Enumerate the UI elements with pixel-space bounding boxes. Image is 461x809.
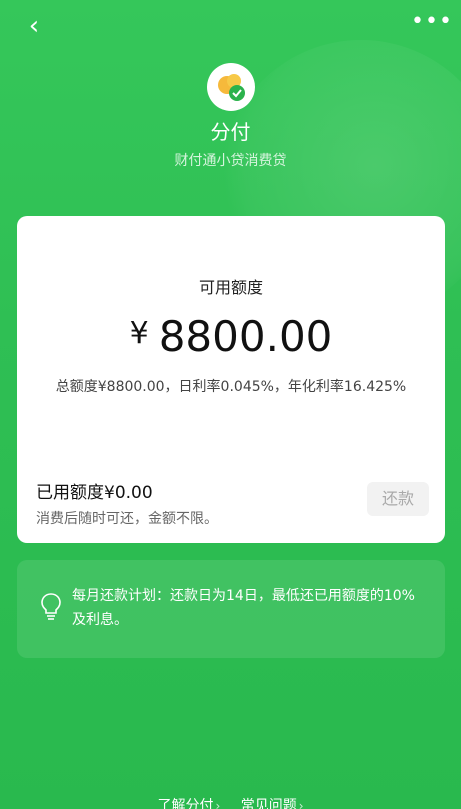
credit-card: 可用额度 ¥8800.00 总额度¥8800.00，日利率0.045%，年化利率… bbox=[17, 216, 445, 543]
credit-info: 总额度¥8800.00，日利率0.045%，年化利率16.425% bbox=[55, 379, 407, 395]
chevron-left-icon: ‹ bbox=[28, 11, 40, 41]
currency-symbol: ¥ bbox=[129, 316, 149, 351]
page-title: 分付 bbox=[210, 120, 251, 144]
more-button[interactable]: ••• bbox=[411, 10, 452, 34]
logo-icon bbox=[218, 74, 245, 101]
amount-value: 8800.00 bbox=[158, 312, 333, 361]
fenfu-screen: ‹ ••• 分付 财付通小贷消费贷 可用额度 ¥8800.00 总额度¥8800… bbox=[0, 0, 461, 809]
faq-link[interactable]: 常见问题 › bbox=[241, 798, 304, 809]
used-amount: 已用额度¥0.00 bbox=[36, 483, 153, 503]
fenfu-logo bbox=[207, 63, 255, 111]
more-icon: ••• bbox=[411, 9, 453, 34]
available-label: 可用额度 bbox=[198, 278, 263, 297]
repayment-plan: 每月还款计划：还款日为14日，最低还已用额度的10%及利息。 bbox=[17, 560, 445, 658]
plan-text: 每月还款计划：还款日为14日，最低还已用额度的10%及利息。 bbox=[72, 588, 415, 628]
lightbulb-icon bbox=[41, 593, 61, 620]
available-amount: ¥8800.00 bbox=[17, 312, 445, 361]
footer-links: 了解分付 › 常见问题 › bbox=[0, 795, 461, 809]
learn-fenfu-link[interactable]: 了解分付 › bbox=[157, 798, 220, 809]
chevron-right-icon: › bbox=[298, 799, 304, 809]
back-button[interactable]: ‹ bbox=[22, 11, 46, 41]
page-subtitle: 财付通小贷消费贷 bbox=[174, 153, 287, 169]
top-bar: ‹ ••• bbox=[0, 0, 461, 54]
chevron-right-icon: › bbox=[215, 799, 221, 809]
repay-button[interactable]: 还款 bbox=[367, 482, 429, 516]
used-note: 消费后随时可还，金额不限。 bbox=[36, 511, 218, 527]
